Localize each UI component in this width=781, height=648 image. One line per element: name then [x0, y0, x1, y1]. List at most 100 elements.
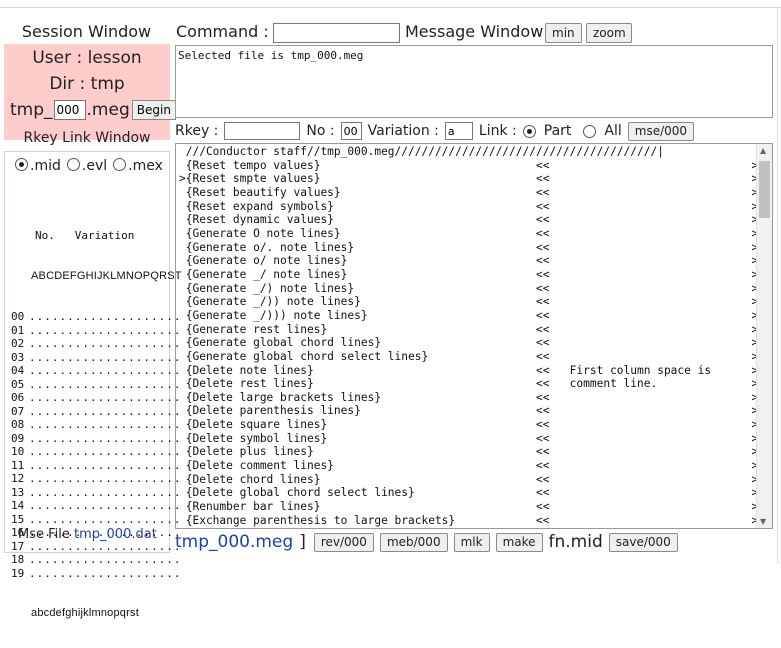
user-label: User : lesson	[32, 48, 142, 68]
grid-row-cells[interactable]: ....................	[29, 391, 181, 405]
grid-row-number: 04	[11, 364, 25, 377]
grid-row-cells[interactable]: ....................	[29, 364, 181, 378]
min-button[interactable]: min	[545, 23, 582, 43]
editor-line[interactable]: {Generate rest lines} << >>	[179, 323, 765, 337]
scroll-down-arrow-icon[interactable]: ▼	[760, 517, 766, 526]
variation-input[interactable]	[444, 122, 473, 140]
grid-header-no: No.	[35, 229, 55, 242]
editor-line[interactable]: {Generate _/ note lines} << >>	[179, 268, 765, 282]
radio-evl[interactable]: .evl	[66, 158, 108, 174]
bottom-toolbar: tmp_000.meg ] rev/000 meb/000 mlk make f…	[175, 531, 684, 553]
editor-line[interactable]: {Generate o/ note lines} << >>	[179, 254, 765, 268]
editor-line[interactable]: {Reset tempo values} << >>	[179, 159, 765, 173]
grid-row-number: 07	[11, 404, 25, 418]
grid-row-cells[interactable]: ....................	[29, 351, 181, 365]
grid-row-number: 08	[11, 418, 25, 431]
radio-evl-circle[interactable]	[66, 158, 80, 171]
grid-row-cells[interactable]: ....................	[29, 472, 181, 486]
grid-row-cells[interactable]: ....................	[29, 513, 181, 527]
grid-row-number: 05	[11, 377, 25, 391]
mse-button[interactable]: mse/000	[627, 121, 695, 141]
editor-line[interactable]: {Reset beautify values} << >>	[179, 186, 765, 200]
editor-line[interactable]: {Delete rest lines} << comment line. >>	[179, 377, 765, 391]
grid-row-cells[interactable]: ....................	[29, 405, 181, 419]
grid-row-cells[interactable]: ....................	[29, 499, 181, 513]
link-part-label: Part	[543, 123, 572, 139]
editor-line[interactable]: {Delete comment lines} << >>	[179, 459, 765, 473]
grid-row: 18....................	[11, 553, 182, 567]
editor-line[interactable]: {Generate _/) note lines} << >>	[179, 282, 765, 296]
grid-row: 01....................	[11, 324, 182, 338]
editor-line[interactable]: {Generate global chord lines} << >>	[179, 336, 765, 350]
grid-row: 08....................	[11, 418, 182, 432]
radio-mex-label: .mex	[128, 158, 163, 174]
editor-line[interactable]: {Reset dynamic values} << >>	[179, 213, 765, 227]
grid-row-cells[interactable]: ....................	[29, 459, 181, 473]
mlk-button[interactable]: mlk	[453, 532, 490, 552]
editor-line[interactable]: {Generate o/. note lines} << >>	[179, 241, 765, 255]
meg-file-link[interactable]: tmp_000.meg	[175, 532, 293, 552]
zoom-button[interactable]: zoom	[586, 23, 632, 43]
radio-mid-label: .mid	[30, 158, 61, 174]
grid-row-cells[interactable]: ....................	[29, 378, 181, 392]
mse-file-row: Mse File tmp_000.dat	[18, 527, 157, 542]
grid-lower-letters: abcdefghijklmnopqrst	[31, 607, 139, 619]
editor-line[interactable]: {Delete global chord select lines} << >>	[179, 486, 765, 500]
editor-line[interactable]: {Generate O note lines} << >>	[179, 227, 765, 241]
radio-mex-circle[interactable]	[113, 158, 127, 171]
editor-line[interactable]: ///Conductor staff//tmp_000.meg/////////…	[179, 145, 765, 159]
editor-line[interactable]: {Delete symbol lines} << >>	[179, 432, 765, 446]
radio-mex[interactable]: .mex	[113, 158, 163, 174]
editor-line[interactable]: >{Reset smpte values} << >>	[179, 172, 765, 186]
grid-row-number: 14	[11, 499, 25, 512]
begin-button[interactable]: Begin	[131, 100, 176, 120]
editor-line[interactable]: {Delete note lines} << First column spac…	[179, 364, 765, 378]
editor-lines[interactable]: ///Conductor staff//tmp_000.meg/////////…	[179, 145, 765, 527]
radio-mid[interactable]: .mid	[15, 158, 61, 174]
editor-line[interactable]: {Delete square lines} << >>	[179, 418, 765, 432]
radio-evl-label: .evl	[81, 158, 108, 174]
variation-label: Variation :	[367, 123, 439, 139]
grid-row-number: 12	[11, 472, 25, 485]
grid-row-cells[interactable]: ....................	[29, 418, 181, 432]
message-window-label: Message Window	[405, 22, 544, 41]
grid-row-cells[interactable]: ....................	[29, 337, 181, 351]
grid-row-cells[interactable]: ....................	[29, 486, 181, 500]
grid-row-cells[interactable]: ....................	[29, 324, 181, 338]
editor-line[interactable]: {Delete plus lines} << >>	[179, 445, 765, 459]
page-scrollbar[interactable]	[777, 8, 781, 564]
editor-line[interactable]: {Delete parenthesis lines} << >>	[179, 404, 765, 418]
meb-button[interactable]: meb/000	[379, 532, 448, 552]
make-button[interactable]: make	[495, 532, 543, 552]
editor-line[interactable]: {Delete large brackets lines} << >>	[179, 391, 765, 405]
grid-row-cells[interactable]: ....................	[29, 445, 181, 459]
no-input[interactable]	[340, 122, 362, 140]
scroll-up-arrow-icon[interactable]: ▲	[760, 146, 766, 155]
mse-file-link[interactable]: tmp_000.dat	[74, 527, 157, 542]
editor-line[interactable]: {Generate _/))) note lines} << >>	[179, 309, 765, 323]
grid-row: 14....................	[11, 499, 182, 513]
variation-grid: No. Variation ABCDEFGHIJKLMNOPQRST 00...…	[11, 202, 182, 648]
scroll-thumb[interactable]	[759, 161, 770, 218]
radio-mid-circle[interactable]	[15, 158, 28, 171]
rkey-input[interactable]	[224, 122, 301, 140]
grid-row-cells[interactable]: ....................	[29, 432, 181, 446]
editor-line[interactable]: {Renumber bar lines} << >>	[179, 500, 765, 514]
editor-scrollbar[interactable]: ▲ ▼	[756, 144, 772, 528]
grid-row-cells[interactable]: ....................	[29, 310, 181, 324]
tmp-number-input[interactable]	[53, 100, 86, 120]
editor-line[interactable]: {Exchange parenthesis to large brackets}…	[179, 514, 765, 528]
link-all-radio[interactable]	[583, 124, 597, 138]
editor-line[interactable]: {Generate global chord select lines} << …	[179, 350, 765, 364]
editor-line[interactable]: {Generate _/)) note lines} << >>	[179, 295, 765, 309]
grid-row-cells[interactable]: ....................	[29, 567, 181, 581]
save-button[interactable]: save/000	[608, 532, 678, 552]
rev-button[interactable]: rev/000	[313, 532, 374, 552]
editor-line[interactable]: {Reset expand symbols} << >>	[179, 200, 765, 214]
grid-row-cells[interactable]: ....................	[29, 553, 181, 567]
window-top-edge	[0, 0, 781, 8]
editor-line[interactable]: {Delete chord lines} << >>	[179, 473, 765, 487]
command-input[interactable]	[273, 23, 400, 43]
link-part-radio[interactable]	[522, 124, 536, 138]
score-editor[interactable]: ///Conductor staff//tmp_000.meg/////////…	[175, 143, 773, 529]
